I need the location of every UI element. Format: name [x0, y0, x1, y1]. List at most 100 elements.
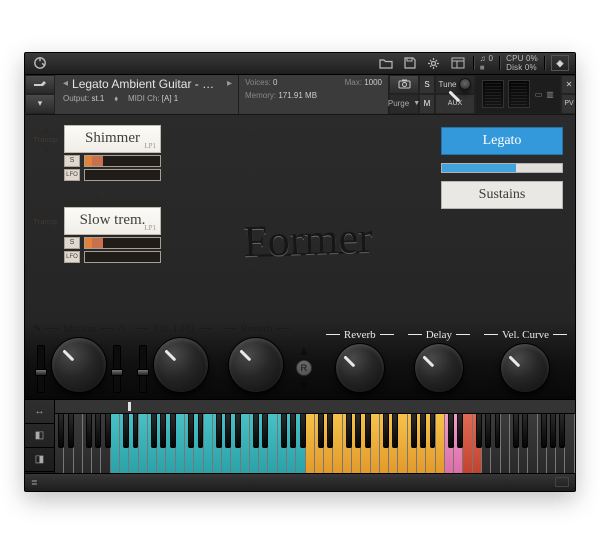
snapshot-camera-icon[interactable] — [389, 75, 419, 95]
slot2-transpose-up-icon[interactable]: ▲ — [40, 207, 52, 219]
black-key[interactable] — [198, 414, 204, 448]
black-key[interactable] — [86, 414, 92, 448]
black-key[interactable] — [392, 414, 398, 448]
mute-button[interactable]: M — [419, 94, 435, 114]
tune-knob[interactable] — [459, 78, 471, 90]
tab-legato[interactable]: Legato — [441, 127, 563, 155]
slot1-lfo-button[interactable]: LFO — [64, 169, 80, 181]
delay-knob[interactable] — [414, 343, 464, 393]
black-key[interactable] — [253, 414, 259, 448]
black-key[interactable] — [160, 414, 166, 448]
app-logo-icon[interactable] — [31, 55, 49, 71]
close-instrument-icon[interactable]: ✕ — [561, 75, 576, 95]
black-key[interactable] — [522, 414, 528, 448]
save-icon[interactable] — [401, 55, 419, 71]
white-key[interactable] — [501, 414, 510, 473]
kb-side-pitch-icon[interactable]: ◧ — [25, 424, 54, 448]
open-file-icon[interactable] — [377, 55, 395, 71]
slot1-lfo-meter[interactable] — [84, 169, 161, 181]
white-key[interactable] — [371, 414, 380, 473]
collapse-arrow-icon[interactable]: ▾ — [25, 94, 55, 114]
preset-down-icon[interactable]: ▼ — [297, 378, 310, 393]
keyboard-ruler[interactable] — [55, 400, 575, 414]
black-key[interactable] — [105, 414, 111, 448]
reverb-left-knob[interactable] — [228, 337, 284, 393]
slot2-transpose-down-icon[interactable]: ▼ — [40, 226, 52, 238]
white-key[interactable] — [528, 414, 537, 473]
black-key[interactable] — [188, 414, 194, 448]
motion-depth-slider[interactable] — [37, 345, 45, 393]
black-key[interactable] — [151, 414, 157, 448]
black-key[interactable] — [365, 414, 371, 448]
slot2-solo-button[interactable]: S — [64, 237, 80, 249]
black-key[interactable] — [495, 414, 501, 448]
reverb-right-knob[interactable] — [335, 343, 385, 393]
black-key[interactable] — [216, 414, 222, 448]
slot1-transpose-down-icon[interactable]: ▼ — [40, 144, 52, 156]
solo-button[interactable]: S — [419, 75, 435, 95]
footer-handle-icon[interactable]: ≣ — [31, 478, 38, 487]
slot2-articulation-selector[interactable]: Slow trem. LP1 — [64, 207, 161, 235]
preset-reset-button[interactable]: R — [296, 360, 312, 376]
tab-sustains[interactable]: Sustains — [441, 181, 563, 209]
white-key[interactable] — [204, 414, 213, 473]
black-key[interactable] — [411, 414, 417, 448]
slot1-solo-button[interactable]: S — [64, 155, 80, 167]
virtual-keyboard[interactable] — [55, 400, 575, 473]
black-key[interactable] — [68, 414, 74, 448]
prev-preset-icon[interactable]: ◂ — [63, 78, 68, 89]
black-key[interactable] — [513, 414, 519, 448]
white-key[interactable] — [139, 414, 148, 473]
slot1-articulation-selector[interactable]: Shimmer LP1 — [64, 125, 161, 153]
white-key[interactable] — [333, 414, 342, 473]
white-key[interactable] — [111, 414, 120, 473]
slot2-lfo-meter[interactable] — [84, 251, 161, 263]
ni-brand-icon[interactable]: ◈ — [551, 55, 569, 71]
kb-side-collapse-icon[interactable]: ↔ — [25, 400, 54, 424]
black-key[interactable] — [327, 414, 333, 448]
black-key[interactable] — [235, 414, 241, 448]
filter-lfo-slider[interactable] — [139, 345, 147, 393]
layout-icon[interactable] — [449, 55, 467, 71]
white-key[interactable] — [436, 414, 445, 473]
motion-wave-b-icon[interactable]: ∩ — [118, 323, 125, 334]
black-key[interactable] — [383, 414, 389, 448]
white-key[interactable] — [241, 414, 250, 473]
black-key[interactable] — [346, 414, 352, 448]
black-key[interactable] — [448, 414, 454, 448]
min-view-icon[interactable]: ▭ — [535, 90, 543, 99]
black-key[interactable] — [476, 414, 482, 448]
slot1-transpose-up-icon[interactable]: ▲ — [40, 125, 52, 137]
white-key[interactable] — [268, 414, 277, 473]
black-key[interactable] — [300, 414, 306, 448]
white-key[interactable] — [463, 414, 472, 473]
slot-swap-up-icon[interactable]: ↑ — [100, 187, 106, 201]
black-key[interactable] — [318, 414, 324, 448]
black-key[interactable] — [58, 414, 64, 448]
black-key[interactable] — [560, 414, 566, 448]
filter-lfo-knob[interactable] — [153, 337, 209, 393]
slot1-level-meter[interactable] — [84, 155, 161, 167]
black-key[interactable] — [420, 414, 426, 448]
slot2-level-meter[interactable] — [84, 237, 161, 249]
instrument-name[interactable]: Legato Ambient Guitar - Master — [72, 77, 223, 91]
white-key[interactable] — [565, 414, 574, 473]
black-key[interactable] — [355, 414, 361, 448]
black-key[interactable] — [170, 414, 176, 448]
pv-button[interactable]: PV — [561, 94, 576, 114]
white-key[interactable] — [306, 414, 315, 473]
vel-curve-knob[interactable] — [500, 343, 550, 393]
black-key[interactable] — [430, 414, 436, 448]
motion-wave-a-icon[interactable]: ∿ — [33, 323, 41, 334]
preset-up-icon[interactable]: ▲ — [297, 343, 310, 358]
output-value[interactable]: st.1 — [91, 94, 104, 103]
next-preset-icon[interactable]: ▸ — [227, 78, 232, 89]
voices-max-value[interactable]: 1000 — [364, 78, 382, 87]
black-key[interactable] — [225, 414, 231, 448]
motion-rate-slider[interactable] — [113, 345, 121, 393]
white-key[interactable] — [398, 414, 407, 473]
black-key[interactable] — [263, 414, 269, 448]
motion-knob[interactable] — [51, 337, 107, 393]
black-key[interactable] — [290, 414, 296, 448]
keyboard-range-marker[interactable] — [128, 402, 131, 411]
